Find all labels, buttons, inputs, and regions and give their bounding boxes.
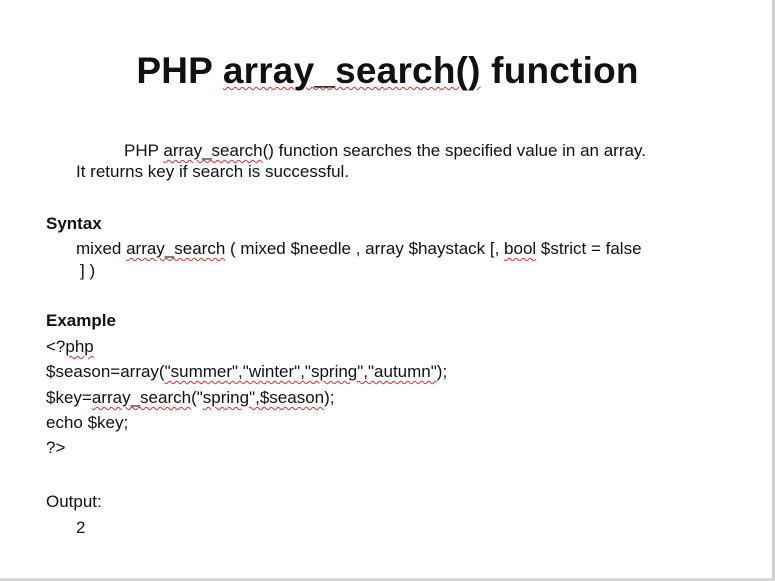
output-value: 2 xyxy=(76,518,86,537)
code-season-close: ); xyxy=(436,362,448,381)
title-prefix: PHP xyxy=(136,50,223,91)
code-paren: (" xyxy=(191,388,203,407)
code-php: php xyxy=(65,337,94,356)
title-suffix: function xyxy=(480,50,639,91)
syntax-bool: bool xyxy=(504,239,537,258)
code-key-assign: $key= xyxy=(46,388,92,407)
output-label: Output: xyxy=(46,492,102,511)
syntax-line-1: mixed array_search ( mixed $needle , arr… xyxy=(76,239,642,259)
code-line-4: echo $key; xyxy=(46,413,129,432)
code-close: ); xyxy=(324,388,335,407)
intro-rest: () function searches the specified value… xyxy=(262,141,646,160)
code-line-3: $key=array_search("spring",$season); xyxy=(46,388,335,408)
code-line-5: ?> xyxy=(46,438,66,457)
slide: PHP array_search() function PHP array_se… xyxy=(0,0,775,581)
intro-prefix: PHP xyxy=(124,141,164,160)
syntax-heading: Syntax xyxy=(46,214,102,233)
code-args: spring",$season xyxy=(202,388,325,407)
code-open-tag: <? xyxy=(46,337,66,356)
syntax-strict: $strict = false xyxy=(536,239,642,258)
slide-title: PHP array_search() function xyxy=(0,50,775,92)
intro-function-name: array_search xyxy=(163,141,263,160)
code-line-2: $season=array("summer","winter","spring"… xyxy=(46,362,447,382)
syntax-return-type: mixed xyxy=(76,239,127,258)
code-season-values: "summer","winter","spring","autumn" xyxy=(164,362,437,381)
example-heading: Example xyxy=(46,311,116,330)
syntax-line-2: ] ) xyxy=(80,261,96,280)
syntax-params: ( mixed $needle , array $haystack [, xyxy=(225,239,505,258)
code-array-search: array_search xyxy=(91,388,192,407)
syntax-function-name: array_search xyxy=(126,239,226,258)
code-season-assign: $season=array( xyxy=(46,362,165,381)
code-line-1: <?php xyxy=(46,337,94,357)
title-function-name: array_search() xyxy=(222,50,481,91)
intro-line-2: It returns key if search is successful. xyxy=(76,162,350,181)
intro-line-1: PHP array_search() function searches the… xyxy=(124,141,646,161)
